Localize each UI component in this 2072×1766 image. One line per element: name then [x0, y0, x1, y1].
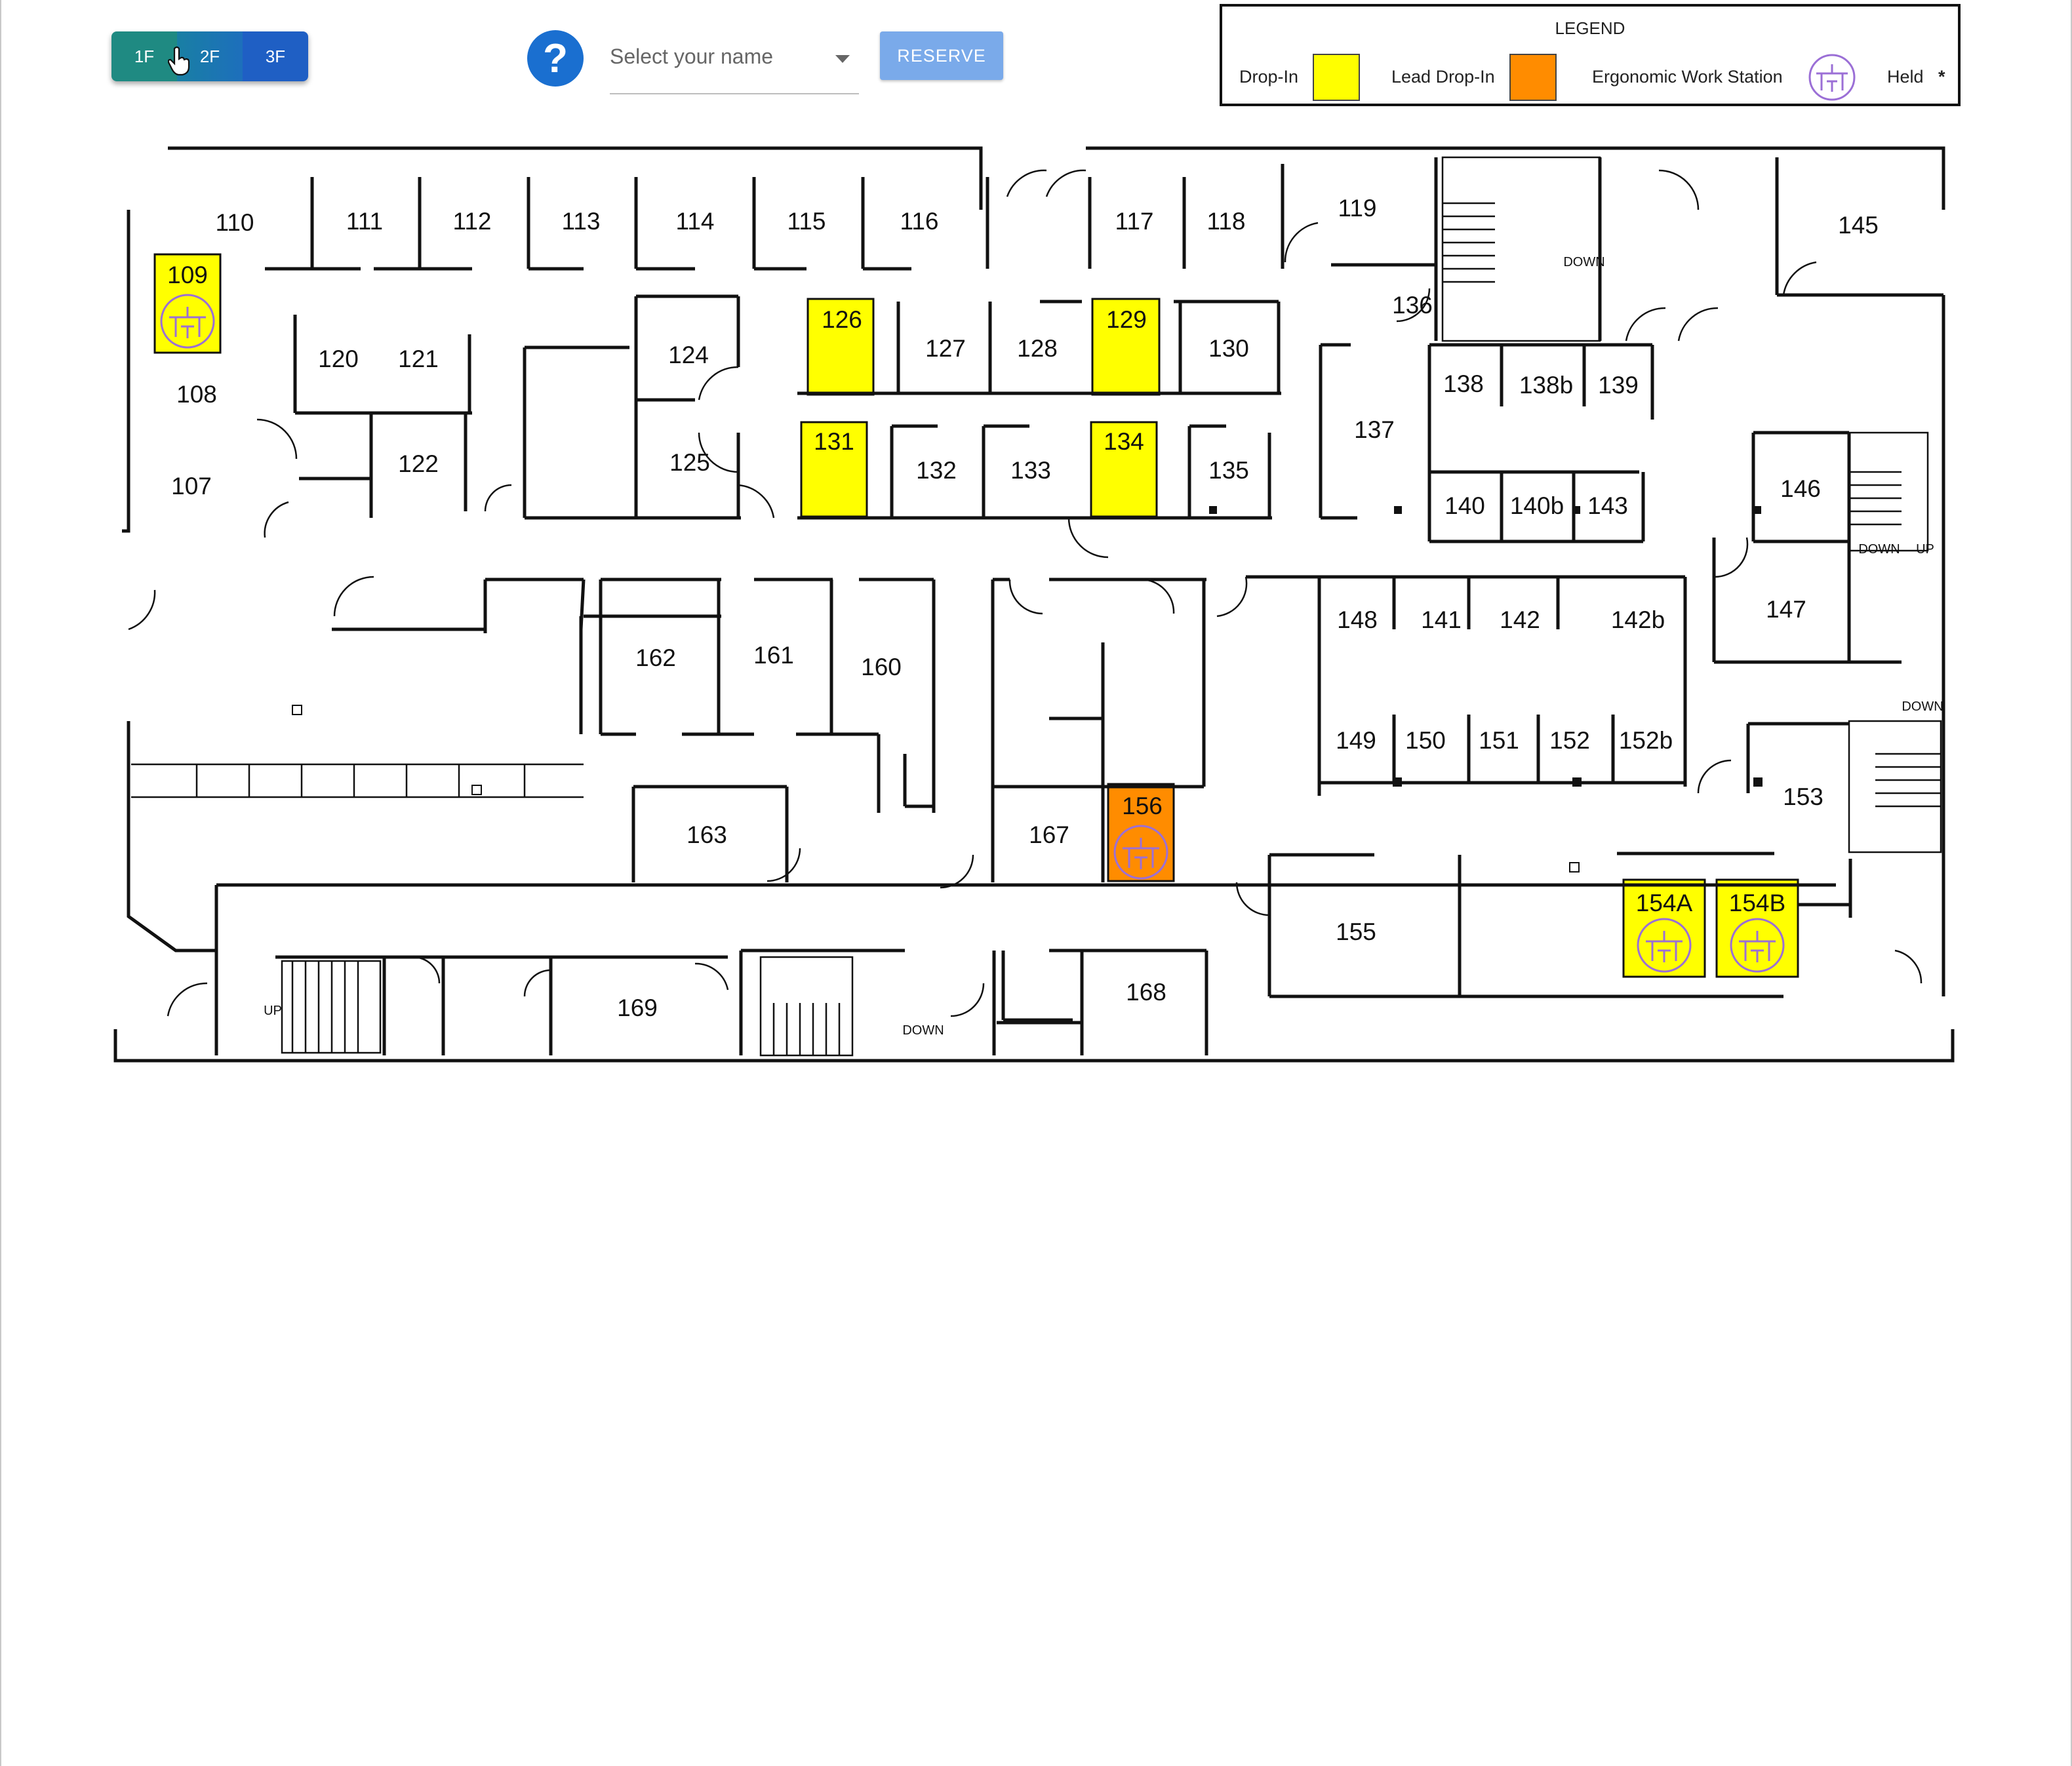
svg-text:108: 108	[176, 381, 217, 408]
svg-text:147: 147	[1766, 596, 1806, 623]
svg-text:146: 146	[1780, 475, 1821, 502]
svg-text:140: 140	[1444, 492, 1485, 519]
svg-text:154A: 154A	[1636, 890, 1693, 916]
svg-text:111: 111	[346, 208, 383, 235]
svg-text:152b: 152b	[1619, 727, 1673, 754]
svg-text:133: 133	[1010, 457, 1051, 484]
svg-text:129: 129	[1106, 306, 1147, 333]
svg-text:131: 131	[814, 428, 854, 455]
svg-text:148: 148	[1337, 606, 1378, 633]
svg-text:DOWN: DOWN	[902, 1023, 944, 1038]
svg-text:117: 117	[1115, 208, 1154, 235]
svg-text:168: 168	[1126, 979, 1166, 1006]
svg-text:141: 141	[1421, 606, 1462, 633]
svg-text:UP: UP	[264, 1004, 282, 1018]
svg-text:128: 128	[1017, 335, 1058, 362]
svg-text:149: 149	[1336, 727, 1376, 754]
svg-text:155: 155	[1336, 918, 1376, 945]
svg-text:167: 167	[1029, 821, 1069, 848]
svg-text:125: 125	[669, 449, 710, 476]
svg-text:126: 126	[822, 306, 862, 333]
svg-text:142b: 142b	[1611, 606, 1665, 633]
svg-text:132: 132	[916, 457, 957, 484]
svg-text:120: 120	[318, 345, 359, 372]
svg-text:UP: UP	[1916, 542, 1934, 557]
column-markers	[292, 506, 1763, 873]
svg-text:143: 143	[1587, 492, 1628, 519]
svg-text:135: 135	[1208, 457, 1249, 484]
svg-text:112: 112	[453, 208, 492, 235]
svg-text:118: 118	[1207, 208, 1246, 235]
svg-text:154B: 154B	[1729, 890, 1785, 916]
svg-text:127: 127	[925, 335, 966, 362]
svg-text:162: 162	[635, 644, 676, 671]
svg-text:110: 110	[216, 209, 254, 236]
svg-text:150: 150	[1405, 727, 1446, 754]
svg-text:140b: 140b	[1510, 492, 1564, 519]
floor-plan: 110 111 112 113 114 115 116 117 118 119 …	[113, 146, 1955, 1063]
svg-text:DOWN: DOWN	[1902, 699, 1943, 714]
svg-text:115: 115	[787, 208, 826, 235]
svg-text:124: 124	[668, 342, 709, 368]
svg-text:130: 130	[1208, 335, 1249, 362]
svg-text:109: 109	[167, 262, 208, 288]
svg-text:DOWN: DOWN	[1563, 255, 1604, 269]
svg-text:160: 160	[861, 654, 902, 680]
svg-text:121: 121	[398, 345, 439, 372]
svg-text:134: 134	[1104, 428, 1144, 455]
svg-text:169: 169	[617, 994, 658, 1021]
svg-text:107: 107	[171, 473, 212, 500]
svg-text:161: 161	[753, 642, 794, 669]
svg-text:142: 142	[1500, 606, 1540, 633]
svg-text:139: 139	[1598, 372, 1639, 399]
svg-text:113: 113	[562, 208, 601, 235]
svg-text:156: 156	[1122, 793, 1163, 819]
svg-text:138b: 138b	[1519, 372, 1573, 399]
svg-text:137: 137	[1354, 416, 1395, 443]
svg-text:122: 122	[398, 450, 439, 477]
svg-text:136: 136	[1392, 292, 1433, 319]
svg-text:153: 153	[1783, 783, 1823, 810]
svg-text:152: 152	[1549, 727, 1590, 754]
svg-text:163: 163	[687, 821, 727, 848]
svg-text:DOWN: DOWN	[1858, 542, 1900, 557]
svg-text:151: 151	[1479, 727, 1519, 754]
svg-text:145: 145	[1838, 212, 1879, 239]
svg-text:119: 119	[1338, 195, 1377, 222]
bottom-strip-walls	[275, 949, 1208, 1055]
svg-text:138: 138	[1443, 370, 1484, 397]
svg-text:114: 114	[676, 208, 715, 235]
svg-text:116: 116	[900, 208, 939, 235]
